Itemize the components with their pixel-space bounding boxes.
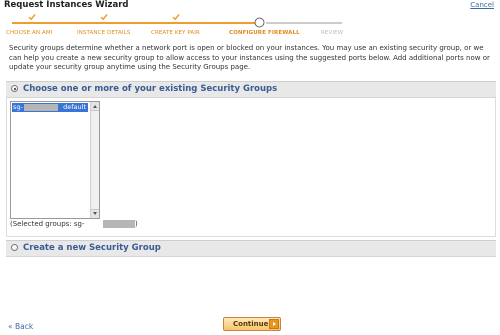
security-groups-listbox[interactable]: sg- default bbox=[10, 101, 100, 219]
cancel-link[interactable]: Cancel bbox=[470, 0, 494, 10]
progress-line-done bbox=[12, 22, 259, 24]
existing-groups-radio[interactable] bbox=[11, 85, 18, 92]
redacted-selected-id bbox=[103, 220, 135, 228]
create-group-label[interactable]: Create a new Security Group bbox=[23, 242, 161, 254]
chevron-down-icon bbox=[93, 212, 97, 215]
wizard-progress: CHOOSE AN AMI INSTANCE DETAILS CREATE KE… bbox=[0, 12, 500, 38]
continue-label: Continue bbox=[233, 320, 269, 328]
back-link[interactable]: « Back bbox=[8, 322, 33, 332]
arrow-right-icon bbox=[269, 319, 279, 329]
continue-button[interactable]: Continue bbox=[223, 317, 281, 331]
group-id: sg- bbox=[13, 103, 23, 111]
step-label-create-key-pair: CREATE KEY PAIR bbox=[151, 30, 200, 36]
scroll-up-button[interactable] bbox=[91, 102, 99, 111]
checkmark-icon bbox=[172, 14, 180, 21]
title-bar: Request Instances Wizard Cancel bbox=[0, 0, 500, 10]
step-label-review: REVIEW bbox=[321, 30, 344, 36]
step-label-instance-details: INSTANCE DETAILS bbox=[77, 30, 131, 36]
step-label-choose-ami: CHOOSE AN AMI bbox=[6, 30, 53, 36]
selected-groups-text: (Selected groups: sg- bbox=[10, 220, 85, 228]
create-group-radio[interactable] bbox=[11, 244, 18, 251]
scroll-down-button[interactable] bbox=[91, 209, 99, 218]
create-group-header[interactable]: Create a new Security Group bbox=[6, 240, 496, 257]
checkmark-icon bbox=[100, 14, 108, 21]
intro-description: Security groups determine whether a netw… bbox=[9, 44, 490, 71]
group-name: default bbox=[63, 103, 86, 111]
listbox-scrollbar[interactable] bbox=[90, 102, 99, 218]
existing-groups-label[interactable]: Choose one or more of your existing Secu… bbox=[23, 83, 277, 95]
progress-line-upcoming bbox=[266, 22, 342, 24]
current-step-circle-icon bbox=[254, 17, 265, 28]
redacted-id bbox=[24, 104, 58, 111]
list-item[interactable]: sg- default bbox=[12, 103, 88, 112]
window-title: Request Instances Wizard bbox=[4, 0, 129, 10]
checkmark-icon bbox=[28, 14, 36, 21]
step-label-configure-firewall: CONFIGURE FIREWALL bbox=[229, 30, 300, 36]
chevron-up-icon bbox=[93, 105, 97, 108]
selected-groups-close: ) bbox=[135, 220, 138, 228]
